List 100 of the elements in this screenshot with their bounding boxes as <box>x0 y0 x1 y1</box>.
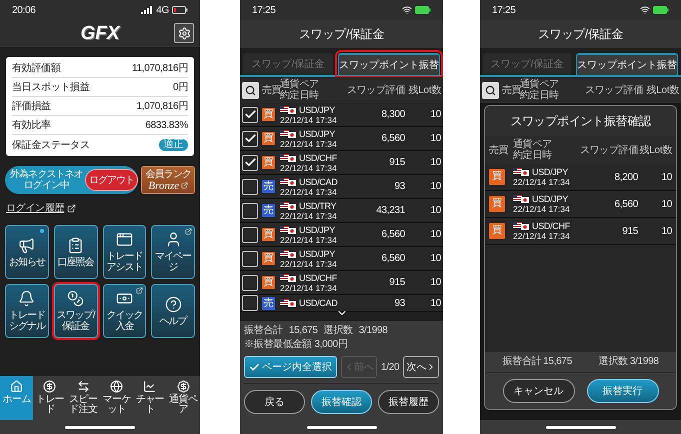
flags-icon <box>513 222 530 230</box>
row-checkbox[interactable] <box>242 178 258 194</box>
trade-date: 22/12/14 17:34 <box>280 258 338 268</box>
home-indicator <box>65 426 135 428</box>
swap-value: 8,200 <box>613 172 638 182</box>
dollar-icon <box>43 380 56 393</box>
battery-icon <box>172 6 188 14</box>
swap-value: 915 <box>388 157 405 168</box>
currency-pair: USD/JPY <box>299 224 335 234</box>
nav-tab[interactable]: トレード <box>33 376 67 420</box>
trade-side-badge: 買 <box>262 276 275 289</box>
summary-label: 振替合計 <box>502 356 542 368</box>
dialog-button[interactable]: 振替実行 <box>586 379 658 403</box>
trade-date: 22/12/14 17:34 <box>280 234 338 244</box>
tile-label: 口座照会 <box>58 256 94 268</box>
dialog-button[interactable]: キャンセル <box>502 379 574 403</box>
login-history-link[interactable]: ログイン履歴 <box>6 201 76 215</box>
search-button[interactable] <box>242 82 259 98</box>
select-all-button[interactable]: ページ内全選択 <box>244 356 337 378</box>
swap-value: 915 <box>621 226 638 236</box>
help-icon <box>164 296 182 312</box>
wifi-icon <box>402 5 412 15</box>
network-label: 4G <box>156 4 169 16</box>
row-checkbox[interactable] <box>242 295 258 311</box>
flags-icon <box>280 202 297 210</box>
action-button[interactable]: 振替履歴 <box>378 390 439 414</box>
gear-icon <box>178 26 190 40</box>
nav-tab[interactable]: チャート <box>133 376 167 420</box>
row-checkbox[interactable] <box>242 226 258 242</box>
flags-icon <box>280 130 297 138</box>
trade-side-badge: 買 <box>489 169 505 185</box>
member-rank-button[interactable]: 会員ランク Bronze <box>141 166 195 194</box>
lot-count: 10 <box>429 253 441 264</box>
column-header: スワップ評価 <box>578 144 638 156</box>
row-checkbox[interactable] <box>242 202 258 218</box>
check-icon <box>244 108 256 121</box>
menu-tile[interactable]: スワップ/保証金 <box>54 284 98 338</box>
app-logo: GFX <box>80 22 120 44</box>
summary-label: 保証金ステータス <box>12 138 90 152</box>
row-checkbox[interactable] <box>242 274 258 290</box>
flags-icon <box>513 168 530 176</box>
summary-value: 11,070,816円 <box>132 62 188 75</box>
row-checkbox[interactable] <box>242 130 258 146</box>
currency-pair: USD/TRY <box>299 200 336 210</box>
column-header: 約定日時 <box>513 150 553 161</box>
summary-value: 0円 <box>173 81 188 94</box>
trade-side-badge: 売 <box>262 180 275 193</box>
menu-tile[interactable]: お知らせ <box>5 225 49 279</box>
nav-tab[interactable]: 通貨ペア <box>166 376 200 420</box>
summary-label: 有効評価額 <box>12 62 61 75</box>
settings-button[interactable] <box>174 23 194 43</box>
row-checkbox[interactable] <box>242 154 258 170</box>
summary-value: 6833.83% <box>145 120 188 130</box>
status-time: 17:25 <box>492 4 516 16</box>
lot-count: 10 <box>429 277 441 288</box>
menu-tile[interactable]: トレードシグナル <box>5 284 49 338</box>
lot-count: 10 <box>429 109 441 120</box>
row-checkbox[interactable] <box>242 250 258 266</box>
wifi-icon <box>640 5 650 15</box>
home-icon <box>10 380 24 393</box>
nav-tab[interactable]: スピード注文 <box>66 376 100 420</box>
swap-value: 915 <box>388 277 405 288</box>
signal-icon <box>141 6 154 14</box>
flags-icon <box>280 299 297 307</box>
currency-pair: USD/JPY <box>532 167 568 177</box>
menu-tile[interactable]: マイページ <box>151 225 195 279</box>
service-name: 外為ネクストネオ <box>10 169 83 180</box>
status-time: 17:25 <box>252 4 276 16</box>
currency-pair: USD/JPY <box>532 194 568 204</box>
row-checkbox[interactable] <box>242 106 258 122</box>
next-button[interactable]: 次へ <box>403 356 440 378</box>
menu-tile[interactable]: クイック入金 <box>102 284 146 338</box>
tab[interactable]: スワップポイント振替 <box>576 53 678 75</box>
dollar-badge-icon <box>176 380 190 393</box>
menu-tile[interactable]: トレードアシスト <box>102 225 146 279</box>
summary-value: 1,070,816円 <box>136 100 188 113</box>
summary-label: 有効比率 <box>12 118 51 132</box>
menu-tile[interactable]: 口座照会 <box>54 225 98 279</box>
summary-label: 振替合計 <box>244 325 283 337</box>
screen-title: スワップ/保証金 <box>299 26 384 42</box>
nav-tab[interactable]: ホーム <box>0 376 34 420</box>
chart-icon <box>143 380 156 393</box>
flags-icon <box>280 274 297 282</box>
arrows-icon <box>76 380 90 393</box>
action-button[interactable]: 戻る <box>244 390 305 414</box>
summary-label: 選択数 <box>598 356 628 368</box>
summary-label: 当日スポット損益 <box>12 80 90 94</box>
search-button[interactable] <box>482 82 499 98</box>
nav-tab[interactable]: マーケット <box>100 376 134 420</box>
swap-value: 6,560 <box>380 229 405 240</box>
currency-pair: USD/JPY <box>299 104 335 114</box>
trade-date: 22/12/14 17:34 <box>280 282 338 292</box>
trade-date: 22/12/14 17:34 <box>513 177 571 187</box>
flags-icon <box>280 226 297 234</box>
menu-tile[interactable]: ヘルプ <box>151 284 195 338</box>
trade-date: 22/12/14 17:34 <box>513 231 571 241</box>
tab[interactable]: スワップポイント振替 <box>338 53 440 75</box>
currency-pair: USD/JPY <box>299 248 335 258</box>
logout-button[interactable]: ログアウト <box>84 169 138 191</box>
action-button[interactable]: 振替確認 <box>311 390 372 414</box>
